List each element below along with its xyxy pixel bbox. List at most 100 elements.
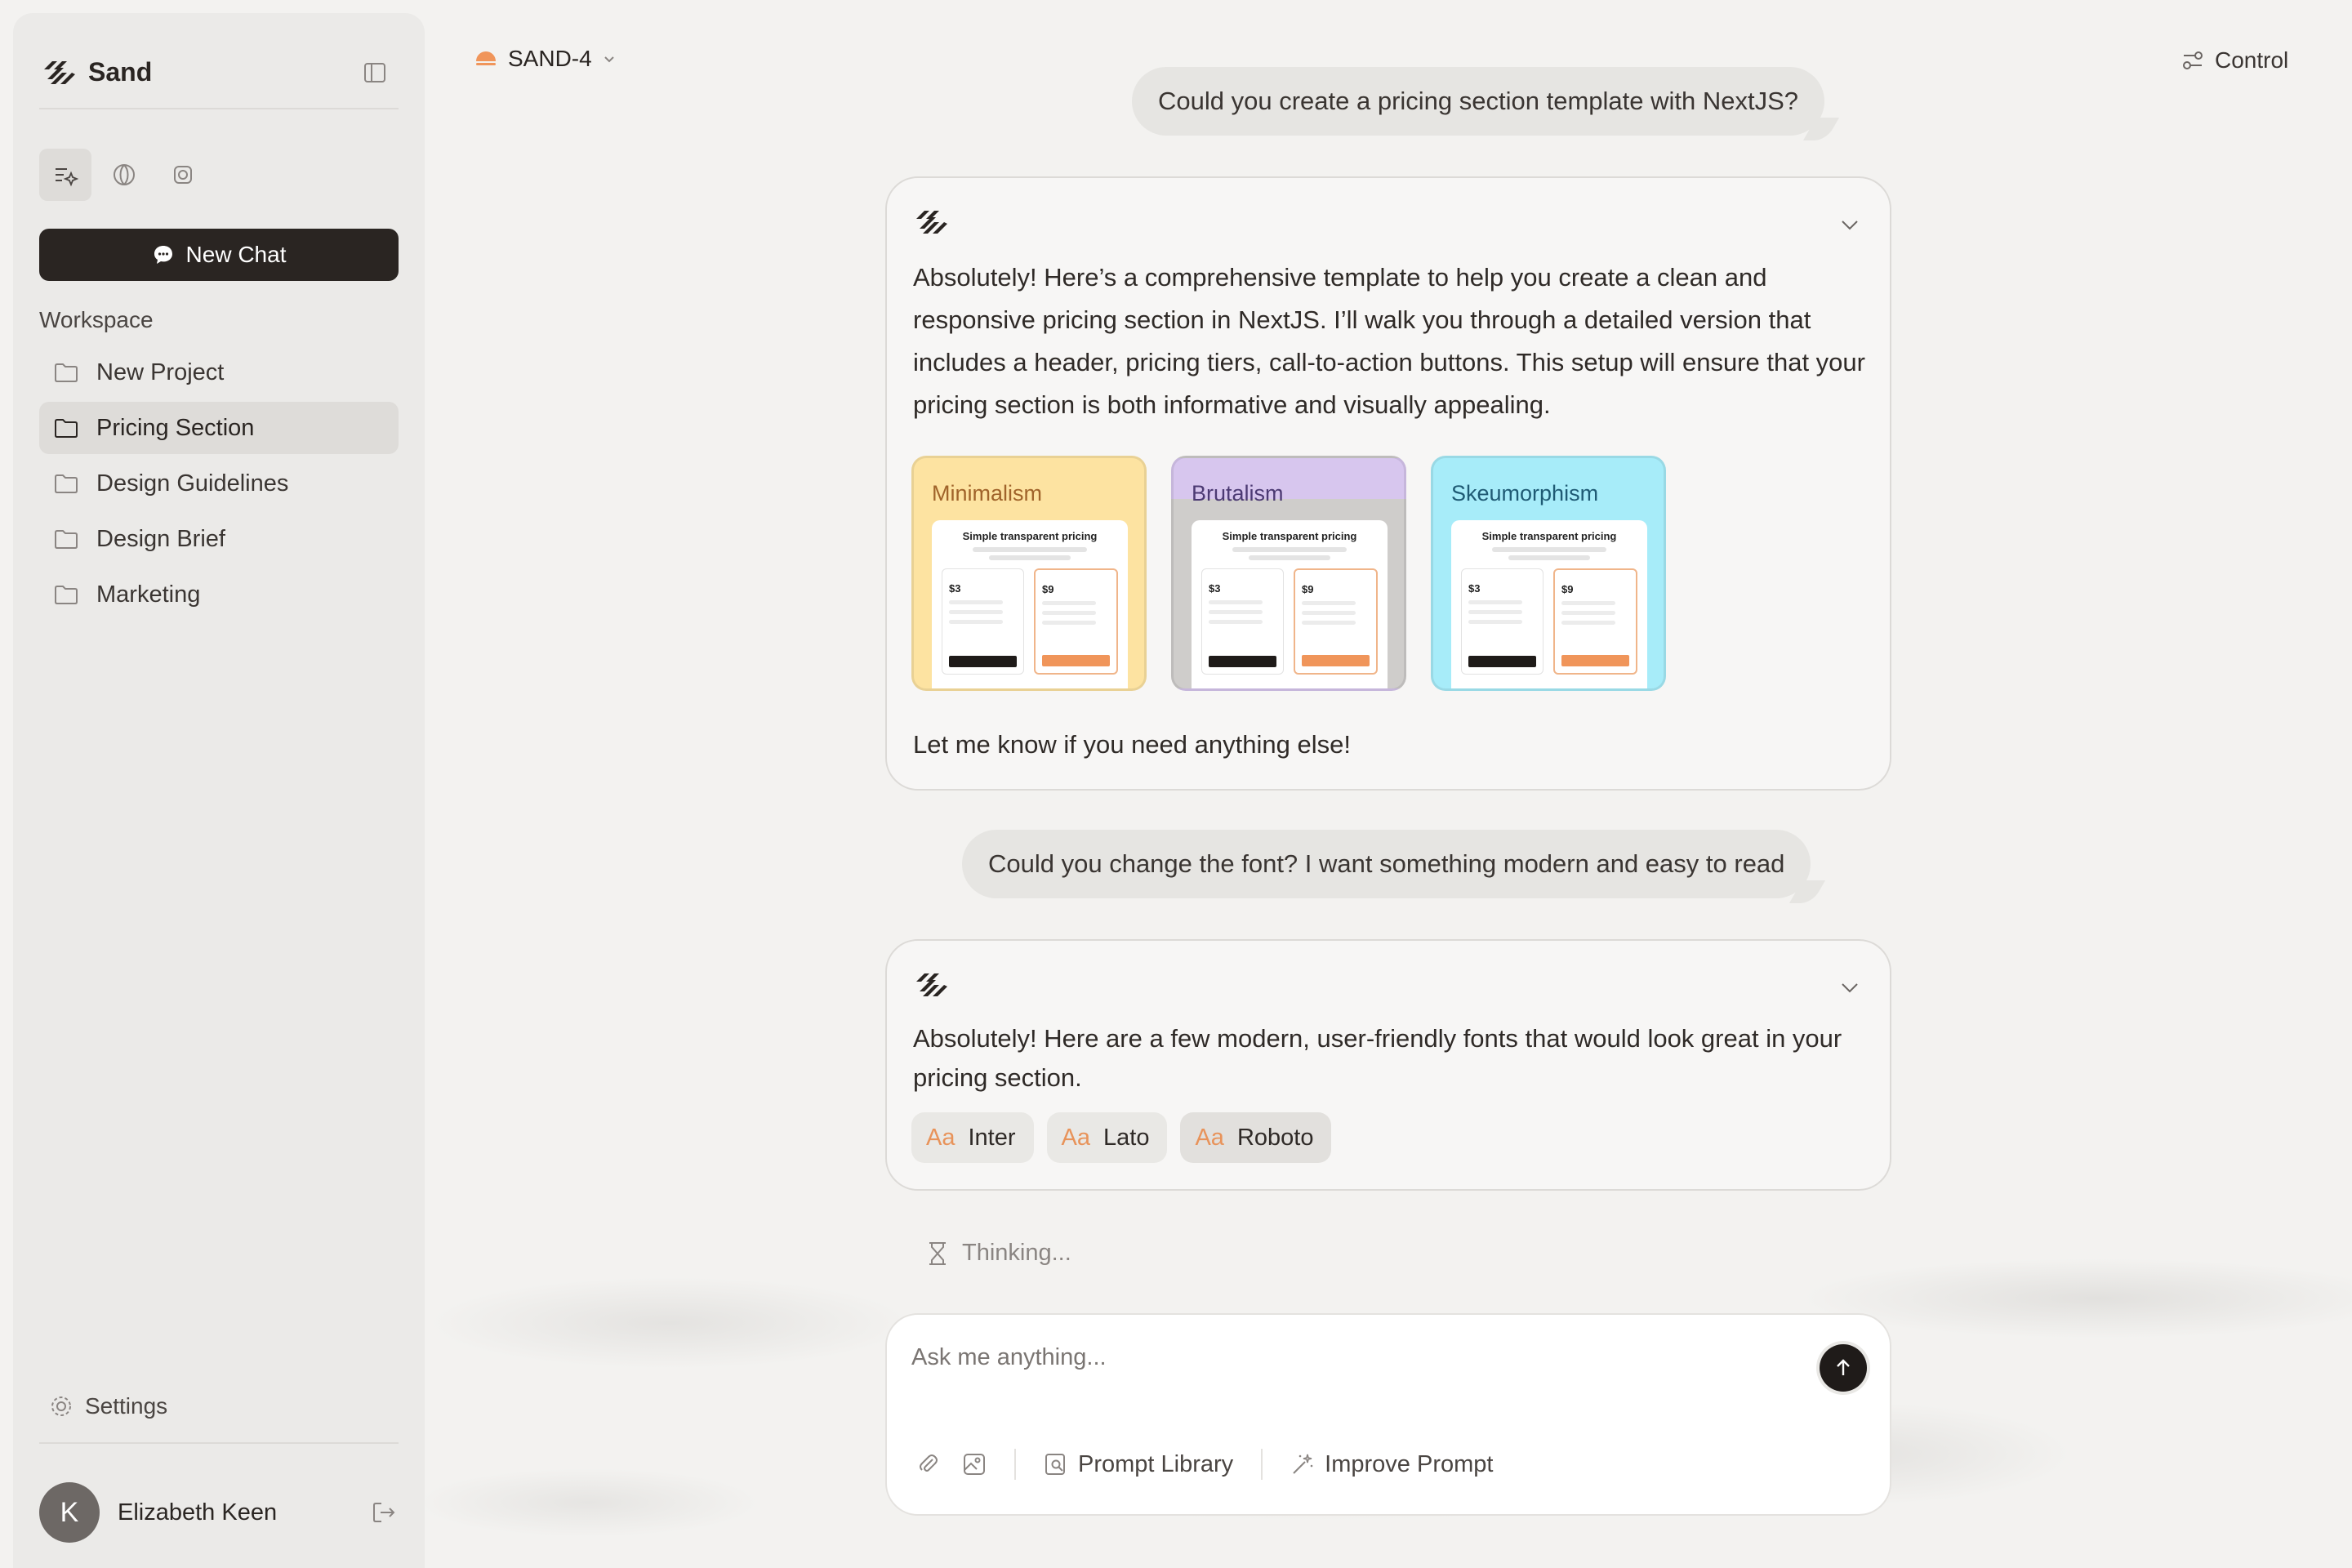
sidebar-item-marketing[interactable]: Marketing (39, 568, 399, 621)
app-name: Sand (88, 57, 153, 87)
send-button[interactable] (1820, 1344, 1867, 1392)
template-preview: Simple transparent pricing $3 $9 (932, 520, 1128, 688)
font-sample: Aa (1061, 1124, 1090, 1151)
preview-price: $9 (1042, 583, 1054, 595)
template-preview: Simple transparent pricing $3 $9 (1192, 520, 1388, 688)
avatar[interactable]: K (39, 1482, 100, 1543)
prompt-library-label: Prompt Library (1078, 1450, 1234, 1477)
control-label: Control (2215, 47, 2289, 73)
template-card-brutalism[interactable]: Brutalism Simple transparent pricing $3 … (1171, 456, 1406, 691)
hourglass-icon (929, 1241, 946, 1265)
font-chip-inter[interactable]: Aa Inter (911, 1112, 1034, 1163)
template-gallery: Minimalism Simple transparent pricing $3… (911, 456, 1666, 691)
template-title: Skeumorphism (1451, 481, 1599, 506)
magic-wand-icon (1293, 1454, 1313, 1474)
font-chip-lato[interactable]: Aa Lato (1046, 1112, 1168, 1163)
library-search-icon (1045, 1454, 1065, 1475)
template-card-minimalism[interactable]: Minimalism Simple transparent pricing $3… (911, 456, 1147, 691)
chat-history-button[interactable] (39, 149, 91, 201)
paperclip-icon[interactable] (916, 1452, 941, 1477)
sidebar-tools (39, 149, 209, 201)
preferences-button[interactable] (157, 149, 209, 201)
preview-price: $3 (1468, 582, 1481, 595)
chat-bubble-icon (154, 246, 172, 264)
folder-icon (55, 530, 78, 549)
sidebar-item-label: Marketing (96, 581, 201, 608)
sidebar-item-label: Design Brief (96, 525, 225, 552)
preview-heading: Simple transparent pricing (1481, 530, 1617, 542)
font-name: Inter (968, 1124, 1016, 1151)
workspace-list: New Project Pricing Section Design Guide… (39, 346, 399, 624)
sidebar-item-design-guidelines[interactable]: Design Guidelines (39, 457, 399, 510)
workspace-label: Workspace (39, 307, 154, 332)
font-sample: Aa (1195, 1124, 1224, 1151)
improve-prompt-button[interactable]: Improve Prompt (1290, 1451, 1493, 1478)
prompt-input[interactable] (911, 1339, 1761, 1375)
prompt-library-button[interactable]: Prompt Library (1044, 1451, 1233, 1478)
improve-prompt-label: Improve Prompt (1325, 1450, 1494, 1477)
font-options: Aa Inter Aa Lato Aa Roboto (911, 1112, 1332, 1163)
control-button[interactable]: Control (2180, 47, 2288, 74)
settings-label: Settings (85, 1393, 168, 1419)
model-selector[interactable]: SAND-4 (474, 46, 617, 72)
assistant-text: Absolutely! Here are a few modern, user-… (913, 1024, 1842, 1092)
sidebar-item-label: Pricing Section (96, 414, 255, 441)
toolbar-divider (1261, 1449, 1263, 1480)
gear-icon (174, 166, 192, 184)
new-chat-label: New Chat (185, 242, 287, 267)
logout-icon[interactable] (369, 1498, 399, 1527)
new-chat-button[interactable]: New Chat (39, 229, 399, 281)
preview-price: $3 (1209, 582, 1221, 595)
preview-price: $9 (1561, 583, 1574, 595)
sidebar-item-pricing-section[interactable]: Pricing Section (39, 402, 399, 454)
sparkle-list-icon (56, 168, 78, 187)
gear-icon (51, 1396, 71, 1416)
sidebar-item-design-brief[interactable]: Design Brief (39, 513, 399, 565)
sand-logo-icon (916, 211, 947, 234)
user-message: Could you change the font? I want someth… (962, 830, 1811, 898)
template-preview: Simple transparent pricing $3 $9 (1451, 520, 1647, 688)
thinking-label: Thinking... (962, 1240, 1071, 1266)
preview-price: $3 (949, 582, 961, 595)
arrow-up-icon (1837, 1359, 1850, 1375)
chevron-down-icon[interactable] (1836, 211, 1864, 238)
settings-button[interactable]: Settings (49, 1393, 167, 1419)
sidebar-item-label: Design Guidelines (96, 470, 289, 497)
font-name: Roboto (1236, 1124, 1314, 1151)
assistant-footer-text: Let me know if you need anything else! (913, 730, 1351, 759)
template-title: Brutalism (1192, 481, 1284, 506)
font-name: Lato (1103, 1124, 1150, 1151)
sidebar-divider (39, 1442, 399, 1444)
sun-icon (476, 51, 496, 65)
model-name: SAND-4 (508, 46, 592, 71)
chevron-down-icon[interactable] (1836, 973, 1864, 1001)
assistant-message: Absolutely! Here are a few modern, user-… (885, 939, 1891, 1191)
image-icon[interactable] (962, 1452, 987, 1477)
sidebar-item-new-project[interactable]: New Project (39, 346, 399, 399)
font-chip-roboto[interactable]: Aa Roboto (1180, 1112, 1332, 1163)
thinking-indicator: Thinking... (926, 1240, 1071, 1267)
folder-icon (55, 474, 78, 493)
sidebar: Sand New Chat Workspace New Project Pric… (13, 13, 425, 1568)
template-title: Minimalism (932, 481, 1042, 506)
sidebar-toggle-icon[interactable] (363, 60, 387, 85)
sidebar-divider (39, 108, 399, 109)
template-card-skeumorphism[interactable]: Skeumorphism Simple transparent pricing … (1431, 456, 1666, 691)
preview-heading: Simple transparent pricing (962, 530, 1098, 542)
folder-icon (55, 363, 78, 382)
composer-toolbar: Prompt Library Improve Prompt (916, 1449, 1493, 1480)
assistant-text: Absolutely! Here’s a comprehensive templ… (913, 263, 1865, 419)
composer: Prompt Library Improve Prompt (885, 1313, 1891, 1516)
folder-icon (55, 586, 78, 604)
preview-heading: Simple transparent pricing (1222, 530, 1357, 542)
font-sample: Aa (926, 1124, 956, 1151)
explore-button[interactable] (98, 149, 150, 201)
brand[interactable]: Sand (41, 57, 152, 87)
sidebar-item-label: New Project (96, 359, 225, 385)
user-message: Could you create a pricing section templ… (1132, 67, 1825, 136)
user-name: Elizabeth Keen (118, 1499, 278, 1526)
globe-icon (114, 164, 135, 185)
sand-logo-icon (916, 973, 947, 996)
user-profile: K Elizabeth Keen (39, 1481, 399, 1544)
folder-icon (55, 419, 78, 438)
